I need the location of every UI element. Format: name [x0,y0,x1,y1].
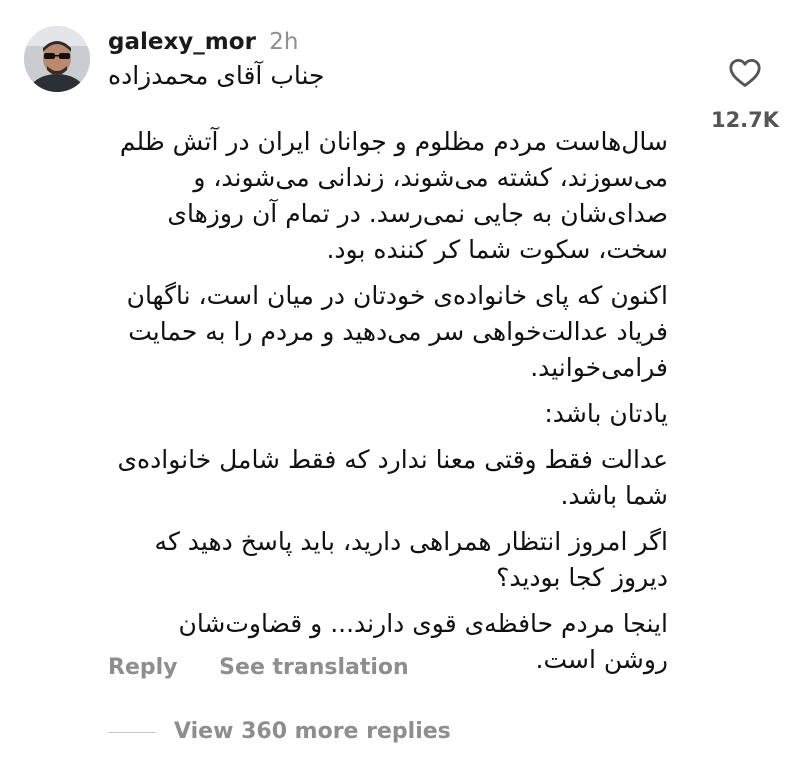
see-translation-button[interactable]: See translation [219,655,409,680]
replies-divider [108,732,156,733]
reply-button[interactable]: Reply [108,655,178,680]
like-section: 12.7K [704,56,786,134]
comment-actions: Reply See translation [108,652,409,684]
comment-paragraph: عدالت فقط وقتی معنا ندارد که فقط شامل خا… [117,445,668,510]
comment-timestamp: 2h [269,29,299,55]
comment-header: galexy_mor 2h [108,27,298,57]
view-more-replies-button[interactable]: View 360 more replies [174,716,451,748]
heart-outline-icon[interactable] [728,56,762,88]
comment-paragraph: سال‌هاست مردم مظلوم و جوانان ایران در آت… [119,127,668,264]
comment-paragraph: اکنون که پای خانواده‌ی خودتان در میان اس… [126,281,668,382]
comment-paragraph-salutation: جناب آقای محمدزاده [108,61,325,90]
avatar[interactable] [24,26,90,92]
comment-body: جناب آقای محمدزاده سال‌هاست مردم مظلوم و… [108,58,668,688]
user-avatar-photo [24,26,90,92]
comment-paragraph: یادتان باشد: [544,399,668,428]
username-link[interactable]: galexy_mor [108,29,256,55]
comment-paragraph: اگر امروز انتظار همراهی دارید، باید پاسخ… [154,527,668,592]
like-count: 12.7K [710,108,780,132]
